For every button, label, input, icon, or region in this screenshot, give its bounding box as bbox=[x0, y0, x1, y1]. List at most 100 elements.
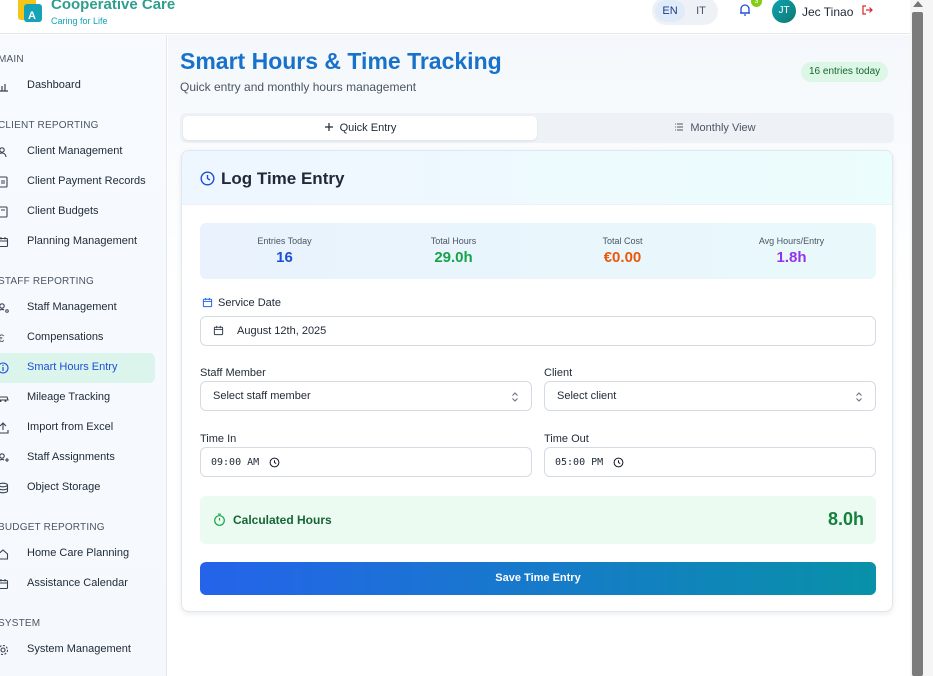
sidebar-item-staff-assignments[interactable]: Staff Assignments bbox=[0, 443, 155, 473]
language-it-button[interactable]: IT bbox=[686, 0, 716, 22]
sidebar-item-home-care-planning[interactable]: Home Care Planning bbox=[0, 539, 155, 569]
sidebar-item-label: Object Storage bbox=[27, 481, 101, 493]
clock-icon bbox=[200, 171, 215, 186]
user-name[interactable]: Jec Tinao bbox=[802, 5, 853, 19]
service-date-label: Service Date bbox=[218, 297, 281, 309]
sidebar: MAIN Dashboard CLIENT REPORTING Client M… bbox=[0, 35, 167, 676]
section-staff-reporting: STAFF REPORTING bbox=[0, 276, 94, 287]
sidebar-item-client-management[interactable]: Client Management bbox=[0, 137, 155, 167]
logout-icon[interactable] bbox=[861, 4, 873, 16]
info-icon bbox=[0, 362, 9, 374]
scroll-up-arrow[interactable] bbox=[913, 1, 923, 7]
sidebar-item-label: Planning Management bbox=[27, 235, 138, 247]
stats-panel: Entries Today 16 Total Hours 29.0h Total… bbox=[200, 223, 876, 279]
language-en-button[interactable]: EN bbox=[655, 0, 685, 22]
calendar-icon bbox=[0, 237, 9, 248]
avatar[interactable]: JT bbox=[772, 0, 796, 23]
timer-icon bbox=[214, 513, 225, 526]
sidebar-item-assistance-calendar[interactable]: Assistance Calendar bbox=[0, 569, 155, 599]
stat-value: 29.0h bbox=[434, 249, 473, 266]
client-placeholder: Select client bbox=[557, 390, 617, 402]
sidebar-item-label: Client Management bbox=[27, 145, 123, 157]
stat-label: Avg Hours/Entry bbox=[758, 236, 825, 246]
svg-text:€: € bbox=[0, 333, 4, 344]
scrollbar-thumb[interactable] bbox=[912, 12, 923, 676]
sidebar-item-label: Staff Assignments bbox=[27, 451, 115, 463]
staff-member-placeholder: Select staff member bbox=[213, 390, 311, 402]
users-icon bbox=[0, 147, 7, 158]
stat-label: Entries Today bbox=[257, 236, 312, 246]
section-client-reporting: CLIENT REPORTING bbox=[0, 120, 99, 131]
car-icon bbox=[0, 396, 9, 402]
upload-icon bbox=[0, 422, 9, 434]
sidebar-item-label: Assistance Calendar bbox=[27, 577, 128, 589]
sidebar-item-label: Compensations bbox=[27, 331, 104, 343]
time-out-input[interactable]: 05:00 PM bbox=[544, 447, 876, 477]
service-date-picker[interactable]: August 12th, 2025 bbox=[200, 316, 876, 346]
status-badge: 16 entries today bbox=[801, 62, 889, 82]
top-bar: A Cooperative Care Caring for Life EN IT… bbox=[0, 0, 910, 34]
tab-quick-entry[interactable]: Quick Entry bbox=[183, 116, 537, 140]
euro-icon: € bbox=[0, 333, 4, 344]
sidebar-item-label: Home Care Planning bbox=[27, 547, 130, 559]
log-time-entry-card: Log Time Entry Entries Today 16 Total Ho… bbox=[181, 150, 893, 612]
sidebar-item-label: Import from Excel bbox=[27, 421, 114, 433]
card-header: Log Time Entry bbox=[182, 151, 892, 205]
stat-entries-today: Entries Today 16 bbox=[200, 223, 369, 279]
sidebar-item-smart-hours-entry[interactable]: Smart Hours Entry bbox=[0, 353, 155, 383]
svg-text:A: A bbox=[28, 10, 36, 22]
time-out-value: 05:00 PM bbox=[555, 457, 604, 468]
sidebar-item-object-storage[interactable]: Object Storage bbox=[0, 473, 155, 503]
calendar-icon bbox=[213, 325, 224, 336]
save-time-entry-button[interactable]: Save Time Entry bbox=[200, 562, 876, 595]
staff-member-label: Staff Member bbox=[200, 367, 266, 379]
sidebar-item-label: Dashboard bbox=[27, 79, 81, 91]
time-in-value: 09:00 AM bbox=[211, 457, 260, 468]
brand-logo: A bbox=[18, 0, 42, 22]
settings-icon bbox=[0, 644, 9, 656]
clock-icon[interactable] bbox=[613, 457, 624, 468]
brand-name: Cooperative Care bbox=[51, 0, 176, 13]
sidebar-item-compensations[interactable]: € Compensations bbox=[0, 323, 155, 353]
stat-avg-hours: Avg Hours/Entry 1.8h bbox=[707, 223, 876, 279]
stat-value: 16 bbox=[276, 249, 293, 266]
time-in-input[interactable]: 09:00 AM bbox=[200, 447, 532, 477]
staff-member-select[interactable]: Select staff member bbox=[200, 381, 532, 411]
stat-total-hours: Total Hours 29.0h bbox=[369, 223, 538, 279]
stat-value: €0.00 bbox=[603, 249, 642, 266]
sidebar-item-dashboard[interactable]: Dashboard bbox=[0, 71, 155, 101]
language-toggle: EN IT bbox=[652, 0, 718, 25]
service-date-value: August 12th, 2025 bbox=[237, 325, 327, 337]
sidebar-item-client-budgets[interactable]: Client Budgets bbox=[0, 197, 155, 227]
list-icon bbox=[675, 123, 684, 131]
plus-icon bbox=[324, 123, 333, 131]
tab-label: Monthly View bbox=[690, 122, 756, 134]
clock-icon[interactable] bbox=[269, 457, 280, 468]
stat-label: Total Hours bbox=[430, 236, 477, 246]
sidebar-item-staff-management[interactable]: Staff Management bbox=[0, 293, 155, 323]
sidebar-item-import-from-excel[interactable]: Import from Excel bbox=[0, 413, 155, 443]
sidebar-item-label: Smart Hours Entry bbox=[27, 361, 118, 373]
bell-icon[interactable] bbox=[738, 3, 752, 17]
calculated-hours-value: 8.0h bbox=[827, 509, 864, 529]
chevron-up-down-icon bbox=[512, 392, 518, 402]
time-out-label: Time Out bbox=[544, 433, 589, 445]
sidebar-item-label: Mileage Tracking bbox=[27, 391, 111, 403]
calendar-icon bbox=[0, 579, 9, 590]
sidebar-item-label: Client Budgets bbox=[27, 205, 99, 217]
sidebar-item-planning-management[interactable]: Planning Management bbox=[0, 227, 155, 257]
sidebar-item-system-management[interactable]: System Management bbox=[0, 635, 155, 665]
tab-monthly-view[interactable]: Monthly View bbox=[539, 116, 891, 140]
sidebar-item-mileage-tracking[interactable]: Mileage Tracking bbox=[0, 383, 155, 413]
home-icon bbox=[0, 549, 9, 560]
chevron-up-down-icon bbox=[856, 392, 862, 402]
sidebar-item-client-payment-records[interactable]: Client Payment Records bbox=[0, 167, 155, 197]
client-select[interactable]: Select client bbox=[544, 381, 876, 411]
database-icon bbox=[0, 482, 9, 494]
stat-value: 1.8h bbox=[776, 249, 807, 266]
calculated-hours-panel: Calculated Hours 8.0h bbox=[200, 496, 876, 544]
brand-tagline: Caring for Life bbox=[51, 16, 108, 26]
stat-total-cost: Total Cost €0.00 bbox=[538, 223, 707, 279]
section-main: MAIN bbox=[0, 54, 24, 65]
user-plus-icon bbox=[0, 453, 9, 462]
